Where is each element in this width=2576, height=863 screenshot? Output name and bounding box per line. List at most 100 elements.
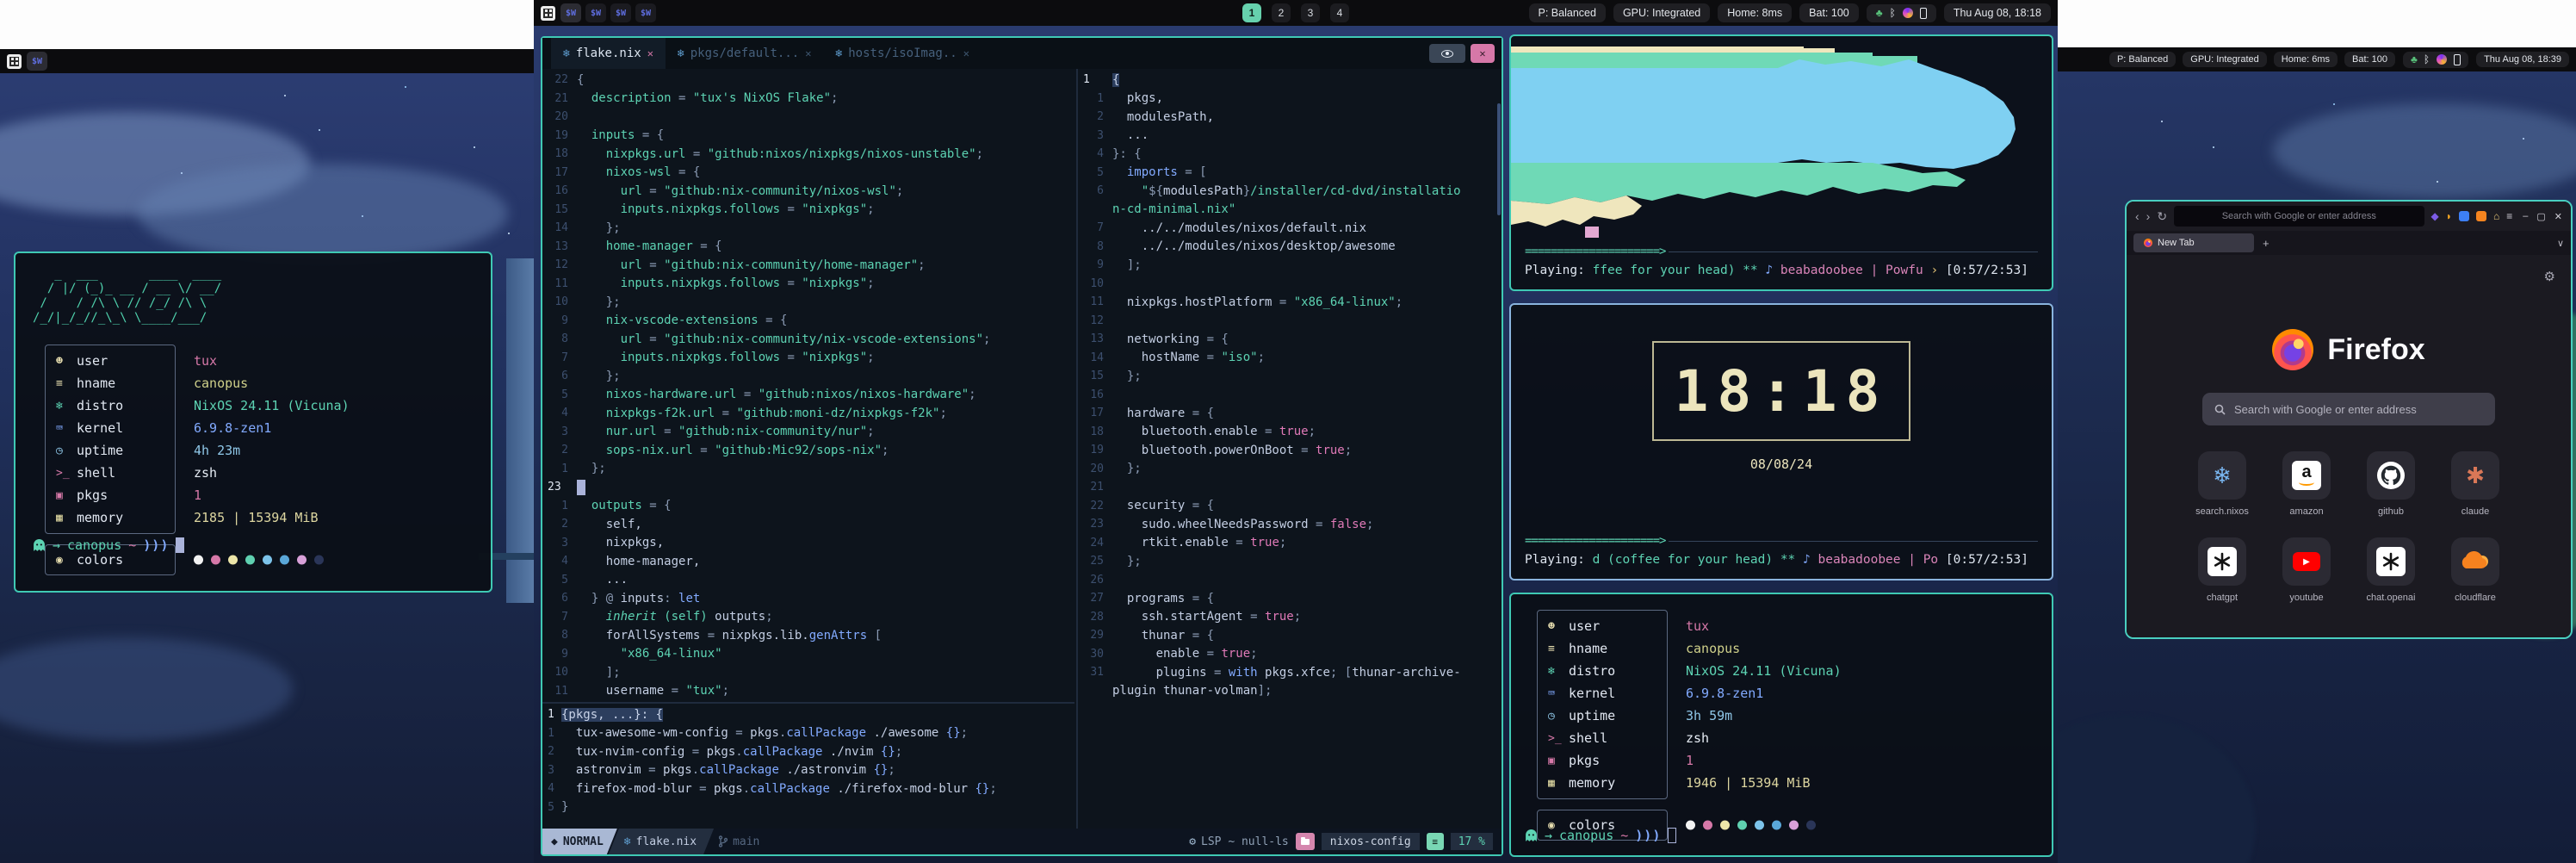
left-top-bar: $W	[0, 49, 534, 73]
phone-icon[interactable]	[2454, 54, 2461, 65]
url-bar[interactable]: Search with Google or enter address	[2174, 206, 2424, 227]
shortcut-tile-chat.openai[interactable]: chat.openai	[2359, 537, 2423, 603]
editor-pane-iso[interactable]: 1{1 pkgs,2 modulesPath,3 ...4}: {5 impor…	[1076, 69, 1502, 829]
personalize-gear-icon[interactable]: ⚙	[2544, 269, 2555, 284]
bluetooth-icon[interactable]: ᛒ	[1890, 8, 1896, 18]
shortcut-tile-youtube[interactable]: ▶youtube	[2275, 537, 2338, 603]
bluetooth-icon[interactable]: ᛒ	[2424, 54, 2430, 65]
tasklist-item[interactable]: $W	[27, 52, 47, 71]
close-button[interactable]: ✕	[2554, 211, 2562, 222]
terminal-visualizer[interactable]: =====================> Playing: ffee for…	[1509, 34, 2053, 291]
editor-pane-packages[interactable]: 1{pkgs, ...}: {1 tux-awesome-wm-config =…	[542, 705, 1074, 829]
code-line: 4 home-manager,	[542, 552, 1074, 571]
shortcut-tile-cloudflare[interactable]: cloudflare	[2443, 537, 2507, 603]
user-icon: ☻	[56, 355, 77, 368]
separator-line: =====================>	[1525, 534, 2038, 548]
shortcut-tile-amazon[interactable]: aamazon	[2275, 451, 2338, 517]
menu-hamburger-icon[interactable]: ≡	[2506, 211, 2512, 221]
code-line: 7 inputs.nixpkgs.follows = "nixpkgs";	[542, 349, 1074, 368]
shortcut-tile-github[interactable]: github	[2359, 451, 2423, 517]
bitwarden-icon[interactable]: ◆	[2431, 211, 2439, 221]
code-line: 14 hostName = "iso";	[1078, 349, 1502, 368]
firefox-window[interactable]: ‹ › ↻ Search with Google or enter addres…	[2125, 200, 2573, 639]
lsp-label: LSP ~ null-ls	[1201, 835, 1289, 848]
buffer-tab[interactable]: ❄hosts/isoImag..✕	[823, 38, 981, 69]
launcher-grid-icon[interactable]	[7, 54, 22, 69]
tab-list-chevron-icon[interactable]: ∨	[2557, 238, 2564, 249]
terminal-fastfetch-right[interactable]: ☻usertux≡hnamecanopus❄distroNixOS 24.11 …	[1509, 593, 2053, 857]
tree-icon[interactable]: ♣	[2411, 54, 2418, 65]
workspace-button-1[interactable]: 1	[1242, 3, 1261, 22]
tasklist-item[interactable]: $W	[635, 3, 656, 22]
right-top-bar: P: BalancedGPU: IntegratedHome: 6msBat: …	[2058, 47, 2576, 71]
back-button[interactable]: ‹	[2135, 209, 2139, 223]
firefox-logo-row: Firefox	[2127, 255, 2571, 370]
shell-prompt[interactable]: → canopus ~ )))	[1525, 828, 1676, 843]
shell-prompt[interactable]: → canopus ~ )))	[33, 537, 184, 553]
workspace-switcher: 1234	[1242, 3, 1349, 22]
forward-button[interactable]: ›	[2146, 209, 2151, 223]
shortcut-tile-claude[interactable]: ✱claude	[2443, 451, 2507, 517]
terminal-clock[interactable]: 18:18 08/08/24 =====================> Pl…	[1509, 303, 2053, 581]
darkreader-icon[interactable]: ◗	[2446, 211, 2452, 221]
hname-icon: ≡	[56, 377, 77, 390]
memory-icon: ▦	[1548, 777, 1569, 790]
gear-icon: ⚙	[1189, 835, 1196, 848]
openai-icon	[2198, 537, 2246, 586]
minimize-button[interactable]: –	[2523, 211, 2528, 222]
eye-toggle-button[interactable]	[1429, 44, 1465, 63]
buffer-tab[interactable]: ❄pkgs/default...✕	[666, 38, 824, 69]
fetch-row-hname: ≡hnamecanopus	[1538, 637, 1667, 660]
shortcut-label: search.nixos	[2195, 506, 2249, 517]
workspace-button-3[interactable]: 3	[1301, 3, 1320, 22]
launcher-grid-icon[interactable]	[541, 6, 555, 21]
tasklist-item[interactable]: $W	[585, 3, 606, 22]
maximize-button[interactable]: ▢	[2536, 211, 2545, 222]
code-line: 15 };	[1078, 367, 1502, 386]
buffer-tab[interactable]: ❄flake.nix✕	[551, 38, 666, 69]
workspace-button-2[interactable]: 2	[1272, 3, 1291, 22]
code-line: 1{pkgs, ...}: {	[542, 705, 1074, 724]
ublock-icon[interactable]	[2459, 211, 2469, 221]
reload-button[interactable]: ↻	[2157, 209, 2167, 224]
terminal-fastfetch-left[interactable]: _ ___ ____ ____ / |/ (_)_ __ / __ \/ __/…	[14, 251, 492, 593]
openai-icon	[2367, 537, 2415, 586]
project-label: nixos-config	[1322, 833, 1420, 850]
shortcut-label: amazon	[2289, 506, 2323, 517]
editor-pane-flake[interactable]: 22{21 description = "tux's NixOS Flake";…	[542, 69, 1074, 829]
shell-icon: >_	[1548, 732, 1569, 745]
tab-new-tab[interactable]: New Tab	[2133, 233, 2254, 252]
phone-icon[interactable]	[1920, 8, 1927, 19]
cloud	[2273, 103, 2576, 198]
media-orb-icon[interactable]	[2437, 54, 2447, 65]
shortcut-tile-chatgpt[interactable]: chatgpt	[2190, 537, 2254, 603]
tty-clock-frame: 18:18	[1652, 341, 1910, 441]
userscript-icon[interactable]: ⌂	[2493, 211, 2499, 221]
kernel-value: 6.9.8-zen1	[194, 420, 271, 436]
tree-icon[interactable]: ♣	[1876, 8, 1883, 18]
clock-widget: Thu Aug 08, 18:39	[2476, 52, 2569, 67]
shortcut-label: github	[2378, 506, 2404, 517]
code-line: 4}: {	[1078, 145, 1502, 164]
code-line: 4 nixpkgs-f2k.url = "github:moni-dz/nixp…	[542, 404, 1074, 423]
workspace-button-4[interactable]: 4	[1330, 3, 1349, 22]
newtab-search-input[interactable]: Search with Google or enter address	[2202, 393, 2495, 425]
close-window-button[interactable]: ✕	[1471, 44, 1495, 63]
pkgs-icon: ▣	[1548, 754, 1569, 767]
now-playing-text: Playing: d (coffee for your head) ** ♪ b…	[1525, 553, 2038, 567]
fetch-row-pkgs: ▣pkgs1	[46, 484, 175, 506]
palette-icon: ◉	[56, 554, 77, 567]
cliff-pixel-art	[2058, 715, 2256, 863]
scrollbar-thumb[interactable]	[1497, 103, 1501, 215]
tasklist-item[interactable]: $W	[560, 3, 581, 22]
neovim-window[interactable]: ❄flake.nix✕❄pkgs/default...✕❄hosts/isoIm…	[541, 36, 1503, 856]
code-line: 12	[1078, 312, 1502, 331]
shortcut-tile-search.nixos[interactable]: ❄search.nixos	[2190, 451, 2254, 517]
tasklist-item[interactable]: $W	[610, 3, 631, 22]
horizontal-split-divider[interactable]	[542, 702, 1074, 704]
new-tab-button[interactable]: +	[2263, 237, 2269, 250]
media-orb-icon[interactable]	[1903, 8, 1913, 18]
code-line: 13 home-manager = {	[542, 238, 1074, 257]
metamask-icon[interactable]	[2476, 211, 2486, 221]
memory-icon: ▦	[56, 512, 77, 525]
